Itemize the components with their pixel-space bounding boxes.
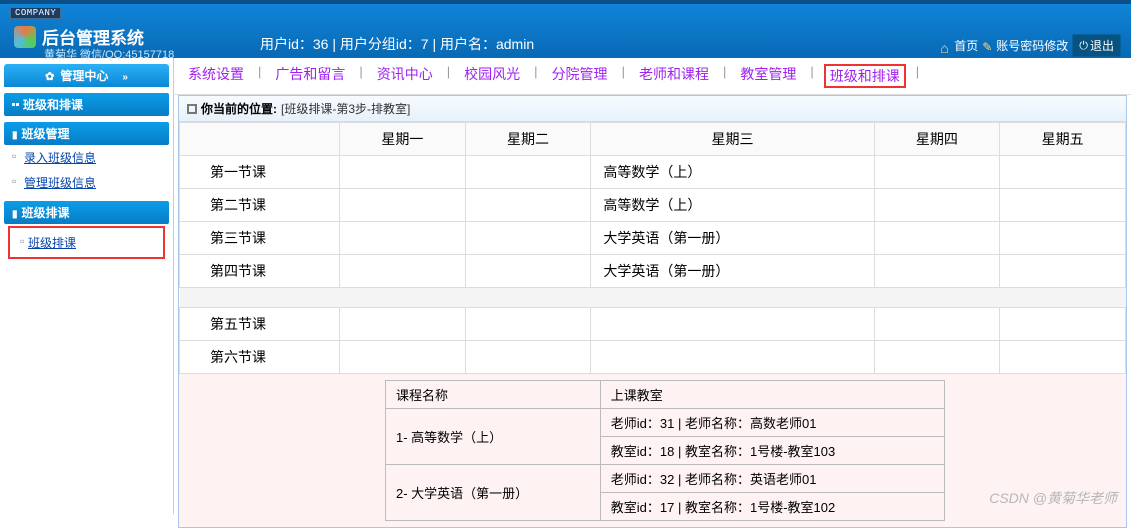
nav-teacher[interactable]: 老师和课程 <box>635 64 713 88</box>
bar-icon <box>12 127 18 141</box>
nav-ads[interactable]: 广告和留言 <box>271 64 349 88</box>
nav-schedule[interactable]: 班级和排课 <box>824 64 906 88</box>
nav-classroom[interactable]: 教室管理 <box>736 64 800 88</box>
power-icon <box>1079 38 1088 53</box>
content-panel: 你当前的位置: [班级排课-第3步-排教室] 星期一 星期二 星期三 星期四 星… <box>178 95 1127 528</box>
table-header: 星期二 <box>465 123 591 156</box>
header-actions: 首页 账号密码修改 退出 <box>940 34 1121 57</box>
table-header <box>180 123 340 156</box>
company-tag: COMPANY <box>10 7 61 19</box>
detail-info: 老师id：31 | 老师名称：高数老师01 <box>600 409 944 437</box>
sidebar-item-class-schedule[interactable]: 班级排课 <box>12 230 161 255</box>
table-spacer <box>180 288 1126 308</box>
bar-icon <box>12 206 18 220</box>
main-area: 系统设置| 广告和留言| 资讯中心| 校园风光| 分院管理| 老师和课程| 教室… <box>174 58 1131 514</box>
nav-news[interactable]: 资讯中心 <box>373 64 437 88</box>
nav-system[interactable]: 系统设置 <box>184 64 248 88</box>
logo-icon <box>14 26 36 48</box>
table-row: 第三节课大学英语（第一册） <box>180 222 1126 255</box>
table-row: 第一节课高等数学（上） <box>180 156 1126 189</box>
section-head-class-mgmt[interactable]: 班级管理 <box>4 122 169 145</box>
breadcrumb-path: [班级排课-第3步-排教室] <box>281 100 410 117</box>
table-row: 第二节课高等数学（上） <box>180 189 1126 222</box>
square-icon <box>187 104 197 114</box>
sidebar-section-scheduling: 班级和排课 <box>4 93 169 116</box>
detail-header: 上课教室 <box>600 381 944 409</box>
top-nav: 系统设置| 广告和留言| 资讯中心| 校园风光| 分院管理| 老师和课程| 教室… <box>174 58 1131 95</box>
detail-info: 教室id：18 | 教室名称：1号楼-教室103 <box>600 437 944 465</box>
sidebar-item-add-class[interactable]: 录入班级信息 <box>4 145 169 170</box>
breadcrumb: 你当前的位置: [班级排课-第3步-排教室] <box>179 96 1126 122</box>
app-subtitle: 黄菊华 微信/QQ:45157718 <box>44 46 174 62</box>
header-bar: COMPANY 后台管理系统 黄菊华 微信/QQ:45157718 用户id：3… <box>0 0 1131 58</box>
grid-icon <box>12 103 19 106</box>
table-header-row: 星期一 星期二 星期三 星期四 星期五 <box>180 123 1126 156</box>
table-header: 星期三 <box>591 123 874 156</box>
detail-header: 课程名称 <box>386 381 601 409</box>
home-link[interactable]: 首页 <box>940 37 978 54</box>
course-detail-table: 课程名称上课教室 1- 高等数学（上）老师id：31 | 老师名称：高数老师01… <box>385 380 945 521</box>
detail-course: 1- 高等数学（上） <box>386 409 601 465</box>
detail-info: 教室id：17 | 教室名称：1号楼-教室102 <box>600 493 944 521</box>
nav-campus[interactable]: 校园风光 <box>460 64 524 88</box>
table-header: 星期四 <box>874 123 1000 156</box>
highlight-box: 班级排课 <box>8 226 165 259</box>
table-row: 第六节课 <box>180 341 1126 374</box>
sidebar-item-manage-class[interactable]: 管理班级信息 <box>4 170 169 195</box>
edit-icon <box>982 40 994 52</box>
sidebar-section-class-mgmt: 班级管理 录入班级信息 管理班级信息 <box>4 122 169 195</box>
detail-course: 2- 大学英语（第一册） <box>386 465 601 521</box>
home-icon <box>940 40 952 52</box>
table-header: 星期五 <box>1000 123 1126 156</box>
sidebar-header: 管理中心 <box>4 64 169 87</box>
arrow-icon <box>114 69 128 83</box>
section-head-class-schedule[interactable]: 班级排课 <box>4 201 169 224</box>
breadcrumb-label: 你当前的位置: <box>201 100 277 117</box>
table-header: 星期一 <box>340 123 466 156</box>
user-info: 用户id：36 | 用户分组id：7 | 用户名：admin <box>260 34 534 54</box>
change-password-link[interactable]: 账号密码修改 <box>982 37 1068 54</box>
sidebar: 管理中心 班级和排课 班级管理 录入班级信息 管理班级信息 班级排课 班级排课 <box>0 58 174 514</box>
sidebar-section-class-schedule: 班级排课 班级排课 <box>4 201 169 259</box>
schedule-table: 星期一 星期二 星期三 星期四 星期五 第一节课高等数学（上） 第二节课高等数学… <box>179 122 1126 374</box>
cog-icon <box>45 69 54 83</box>
nav-branch[interactable]: 分院管理 <box>548 64 612 88</box>
course-detail-panel: 课程名称上课教室 1- 高等数学（上）老师id：31 | 老师名称：高数老师01… <box>179 374 1126 527</box>
section-head-scheduling[interactable]: 班级和排课 <box>4 93 169 116</box>
logout-button[interactable]: 退出 <box>1072 34 1121 57</box>
table-row: 第四节课大学英语（第一册） <box>180 255 1126 288</box>
table-row: 第五节课 <box>180 308 1126 341</box>
detail-info: 老师id：32 | 老师名称：英语老师01 <box>600 465 944 493</box>
